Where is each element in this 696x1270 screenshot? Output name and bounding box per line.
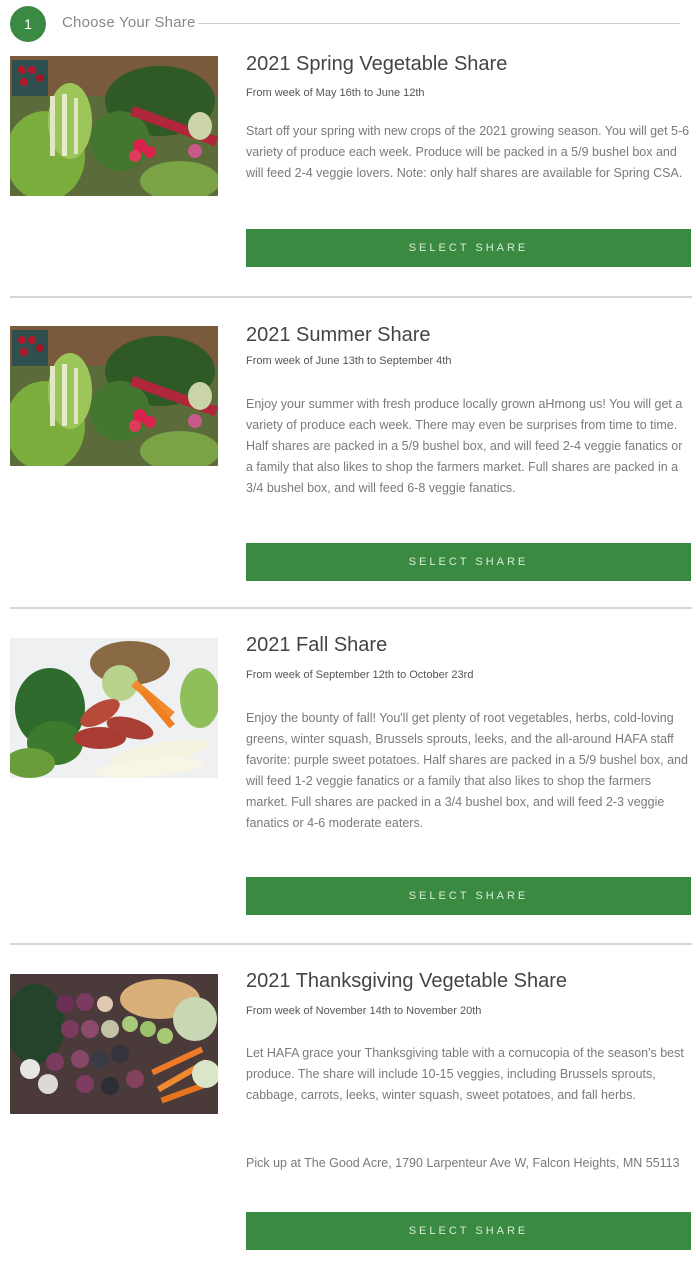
- select-share-button[interactable]: SELECT SHARE: [246, 543, 691, 581]
- select-share-button[interactable]: SELECT SHARE: [246, 229, 691, 267]
- share-description: Enjoy your summer with fresh produce loc…: [246, 397, 683, 495]
- section-divider: [10, 943, 692, 945]
- share-pickup-location: Pick up at The Good Acre, 1790 Larpenteu…: [246, 1156, 680, 1170]
- share-description: Start off your spring with new crops of …: [246, 124, 690, 180]
- share-title: 2021 Summer Share: [246, 324, 431, 346]
- share-title: 2021 Spring Vegetable Share: [246, 53, 508, 75]
- share-description: Enjoy the bounty of fall! You'll get ple…: [246, 711, 688, 830]
- share-title: 2021 Fall Share: [246, 634, 388, 656]
- share-image-thanksgiving: [10, 974, 218, 1114]
- share-title: 2021 Thanksgiving Vegetable Share: [246, 970, 567, 992]
- step-header-rule: [198, 23, 680, 24]
- step-number-badge: 1: [10, 6, 46, 42]
- step-header: 1 Choose Your Share: [10, 6, 680, 42]
- step-title: Choose Your Share: [62, 14, 196, 31]
- select-share-button[interactable]: SELECT SHARE: [246, 877, 691, 915]
- share-dates: From week of June 13th to September 4th: [246, 355, 452, 367]
- section-divider: [10, 296, 692, 298]
- select-share-button[interactable]: SELECT SHARE: [246, 1212, 691, 1250]
- section-divider: [10, 607, 692, 609]
- share-dates: From week of September 12th to October 2…: [246, 669, 474, 681]
- share-image-summer: [10, 326, 218, 466]
- share-image-spring: [10, 56, 218, 196]
- share-description: Let HAFA grace your Thanksgiving table w…: [246, 1046, 684, 1102]
- share-image-fall: [10, 638, 218, 778]
- share-dates: From week of November 14th to November 2…: [246, 1005, 482, 1017]
- share-dates: From week of May 16th to June 12th: [246, 87, 425, 99]
